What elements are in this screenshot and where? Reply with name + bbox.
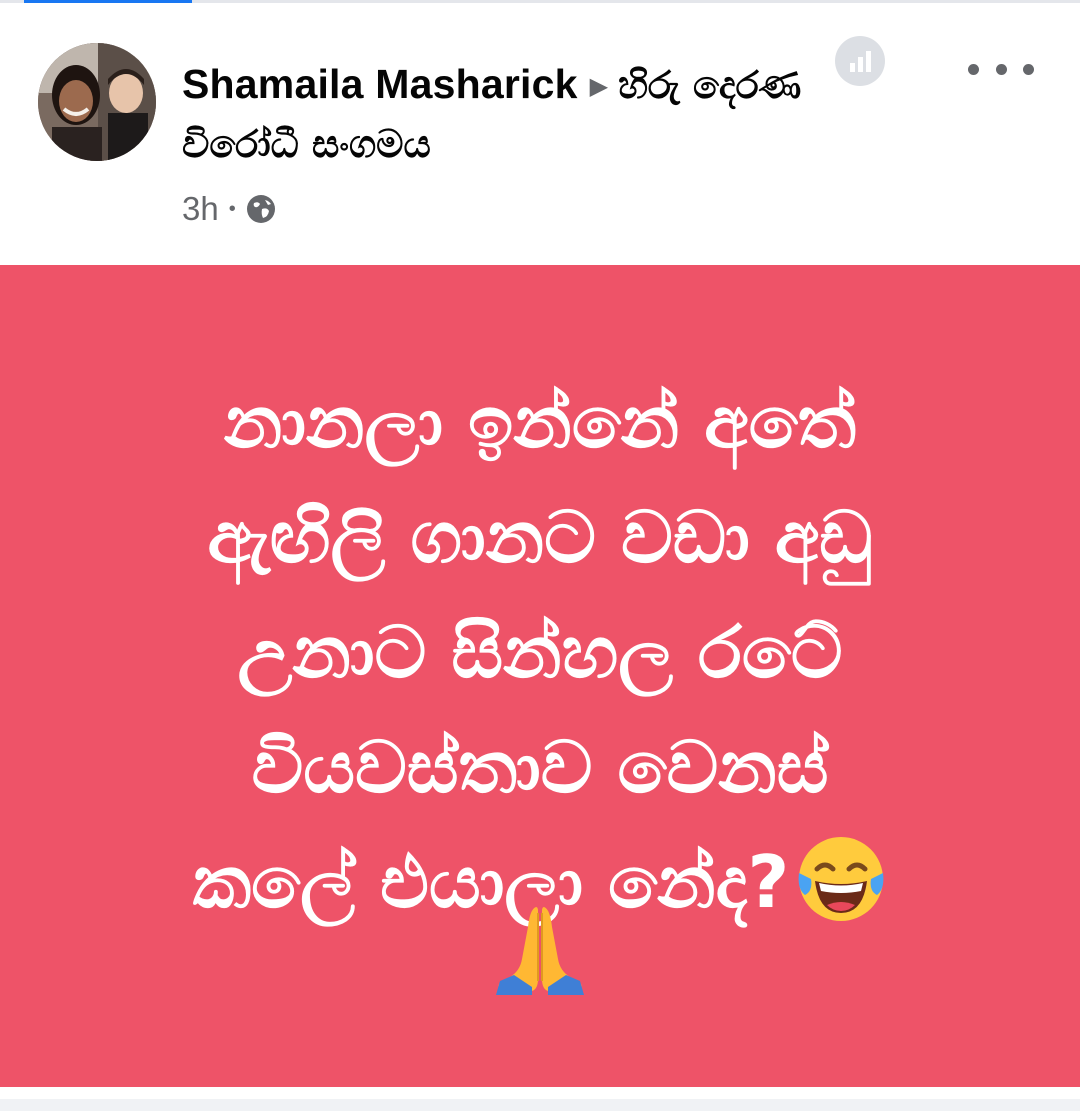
- post-title-line: Shamaila Masharick ▶ හිරු දෙරණ විරෝධී සංගම…: [182, 55, 822, 173]
- folded-hands-emoji: [492, 901, 588, 997]
- ellipsis-dot: [1023, 63, 1034, 75]
- globe-icon[interactable]: [246, 194, 276, 224]
- facebook-post-screen: Shamaila Masharick ▶ හිරු දෙරණ විරෝධී සංගම…: [0, 0, 1080, 1111]
- face-with-tears-of-joy-emoji: [795, 833, 887, 925]
- bar-chart-icon[interactable]: [834, 35, 886, 87]
- post-body-text-content: නානලා ඉන්නේ අතේ ඇඟිලි ගානට වඩා අඩු උනාට …: [192, 380, 873, 924]
- ellipsis-icon[interactable]: [968, 49, 1034, 89]
- shared-to-arrow-icon: ▶: [589, 72, 609, 100]
- post-body-text: නානලා ඉන්නේ අතේ ඇඟිලි ගානට වඩා අඩු උනාට …: [60, 365, 1020, 940]
- feed-divider: [0, 1099, 1080, 1111]
- post-header: Shamaila Masharick ▶ හිරු දෙරණ විරෝධී සංගම…: [0, 3, 1080, 265]
- ellipsis-dot: [968, 63, 979, 75]
- ellipsis-dot: [995, 63, 1007, 75]
- post-background-text: නානලා ඉන්නේ අතේ ඇඟිලි ගානට වඩා අඩු උනාට …: [0, 265, 1080, 1087]
- author-avatar[interactable]: [38, 43, 156, 161]
- meta-separator: •: [228, 197, 236, 220]
- post-timestamp-link[interactable]: 3h: [182, 190, 219, 228]
- author-name-link[interactable]: Shamaila Masharick: [182, 61, 578, 107]
- post-meta: 3h •: [182, 189, 276, 229]
